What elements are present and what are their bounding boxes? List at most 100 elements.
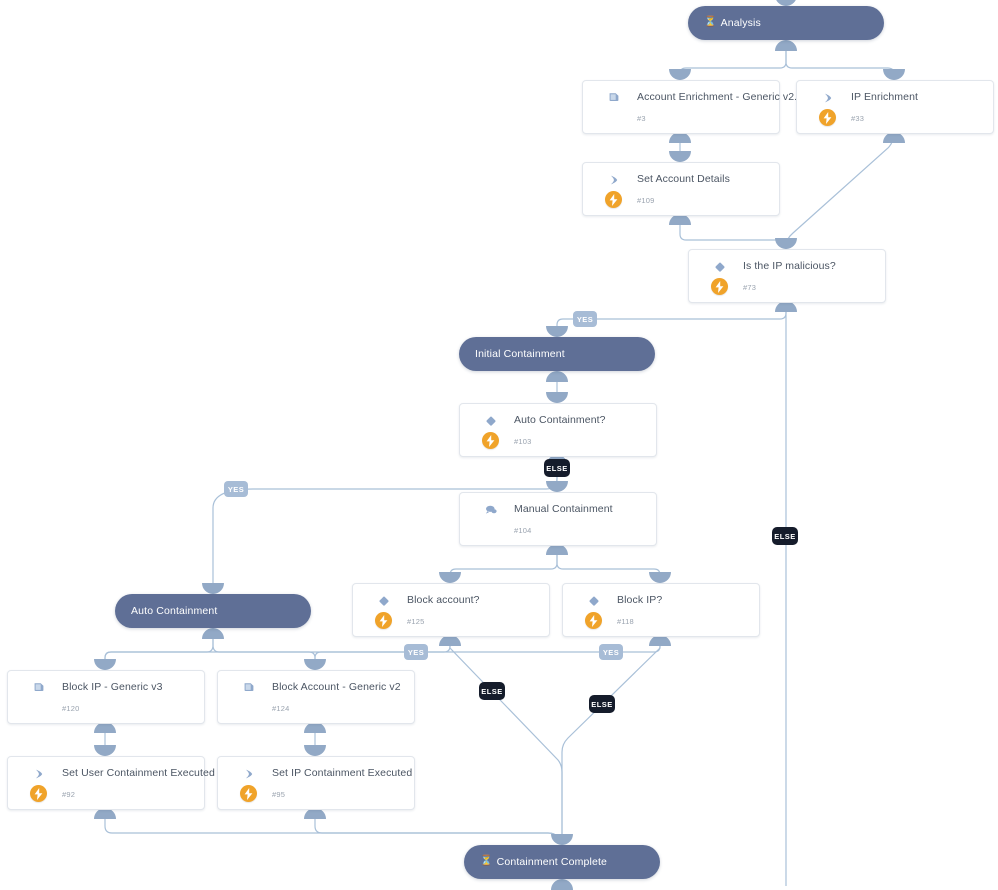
hourglass-icon: ⏳ [704, 16, 717, 28]
automation-bolt-icon [819, 109, 836, 126]
connector-knob-in [304, 745, 326, 756]
task-title: Block Account - Generic v2 [272, 681, 401, 693]
task-number: #103 [514, 437, 532, 446]
task-card[interactable]: IP Enrichment #33 [796, 80, 994, 134]
task-number: #109 [637, 196, 655, 205]
task-card[interactable]: Set User Containment Executed #92 [7, 756, 215, 810]
condition-icon [713, 260, 727, 274]
branch-badge-else[interactable]: ELSE [589, 695, 615, 713]
connector-knob-in [546, 392, 568, 403]
workflow-canvas[interactable]: ⏳ Analysis Initial Containment Auto Cont… [0, 0, 998, 890]
section-label: Initial Containment [475, 348, 565, 360]
connector-knob-in [304, 659, 326, 670]
connector-knob-in [775, 238, 797, 249]
task-title: Set Account Details [637, 173, 730, 185]
task-title: IP Enrichment [851, 91, 919, 103]
task-node-is-ip-malicious[interactable]: Is the IP malicious? #73 [688, 238, 886, 312]
condition-card[interactable]: Is the IP malicious? #73 [688, 249, 886, 303]
task-card[interactable]: Block IP - Generic v3 #120 [7, 670, 205, 724]
task-number: #118 [617, 617, 634, 626]
automation-bolt-icon [605, 191, 622, 208]
branch-badge-yes[interactable]: YES [404, 644, 428, 660]
condition-icon [587, 594, 601, 608]
playbook-icon [607, 91, 621, 105]
task-card[interactable]: Set IP Containment Executed #95 [217, 756, 415, 810]
automation-bolt-icon [30, 785, 47, 802]
task-number: #104 [514, 526, 532, 535]
connector-knob-out [551, 879, 573, 890]
condition-card[interactable]: Auto Containment? #103 [459, 403, 657, 457]
connector-knob-in [649, 572, 671, 583]
branch-badge-yes[interactable]: YES [224, 481, 248, 497]
task-number: #3 [637, 114, 646, 123]
section-label: Auto Containment [131, 605, 218, 617]
section-pill[interactable]: Initial Containment [459, 337, 655, 371]
connector-knob-in [551, 834, 573, 845]
task-title: Set IP Containment Executed [272, 767, 413, 779]
playbook-icon [242, 681, 256, 695]
task-card[interactable]: Set Account Details #109 [582, 162, 780, 216]
task-number: #125 [407, 617, 425, 626]
connector-knob-in [669, 151, 691, 162]
branch-badge-yes[interactable]: YES [573, 311, 597, 327]
chevron-icon [607, 173, 621, 187]
task-title: Block account? [407, 594, 480, 606]
task-title: Manual Containment [514, 503, 613, 515]
connector-knob-out [202, 628, 224, 639]
task-node-set-account-details[interactable]: Set Account Details #109 [582, 151, 780, 225]
section-pill[interactable]: ⏳ Containment Complete [464, 845, 660, 879]
hourglass-icon: ⏳ [480, 855, 493, 867]
task-number: #73 [743, 283, 757, 292]
task-title: Is the IP malicious? [743, 260, 836, 272]
task-number: #124 [272, 704, 290, 713]
task-node-block-account-question[interactable]: Block account? #125 [352, 572, 550, 646]
task-title: Auto Containment? [514, 414, 606, 426]
chevron-icon [32, 767, 46, 781]
chevron-icon [242, 767, 256, 781]
task-number: #92 [62, 790, 76, 799]
task-node-auto-containment-question[interactable]: Auto Containment? #103 [459, 392, 657, 466]
condition-card[interactable]: Block IP? #118 [562, 583, 760, 637]
task-node-manual-containment[interactable]: Manual Containment #104 [459, 481, 657, 555]
connector-knob-in [669, 69, 691, 80]
connector-knob-in [883, 69, 905, 80]
task-node-account-enrichment[interactable]: Account Enrichment - Generic v2.1 #3 [582, 69, 803, 143]
task-node-block-ip-generic[interactable]: Block IP - Generic v3 #120 [7, 659, 205, 733]
task-node-ip-enrichment[interactable]: IP Enrichment #33 [796, 69, 994, 143]
section-label: Analysis [720, 17, 761, 29]
connector-knob-in [202, 583, 224, 594]
section-label: Containment Complete [496, 856, 607, 868]
chat-icon [484, 503, 498, 517]
automation-bolt-icon [482, 432, 499, 449]
task-title: Block IP - Generic v3 [62, 681, 163, 693]
task-card[interactable]: Manual Containment #104 [459, 492, 657, 546]
condition-icon [484, 414, 498, 428]
task-card[interactable]: Block Account - Generic v2 #124 [217, 670, 415, 724]
connector-knob-out [546, 371, 568, 382]
connector-knob-in [94, 659, 116, 670]
section-pill[interactable]: Auto Containment [115, 594, 311, 628]
task-node-set-user-containment-executed[interactable]: Set User Containment Executed #92 [7, 745, 215, 819]
automation-bolt-icon [375, 612, 392, 629]
chevron-icon [821, 91, 835, 105]
condition-card[interactable]: Block account? #125 [352, 583, 550, 637]
automation-bolt-icon [711, 278, 728, 295]
task-node-block-ip-question[interactable]: Block IP? #118 [562, 572, 760, 646]
connector-knob-in [439, 572, 461, 583]
branch-badge-else[interactable]: ELSE [479, 682, 505, 700]
playbook-icon [32, 681, 46, 695]
task-title: Account Enrichment - Generic v2.1 [637, 91, 804, 103]
task-card[interactable]: Account Enrichment - Generic v2.1 #3 [582, 80, 803, 134]
connector-knob-in [546, 481, 568, 492]
branch-badge-yes[interactable]: YES [599, 644, 623, 660]
task-node-block-account-generic[interactable]: Block Account - Generic v2 #124 [217, 659, 415, 733]
connector-knob-in [546, 326, 568, 337]
section-pill[interactable]: ⏳ Analysis [688, 6, 884, 40]
task-title: Block IP? [617, 594, 663, 606]
task-number: #33 [851, 114, 865, 123]
branch-badge-else[interactable]: ELSE [772, 527, 798, 545]
task-node-set-ip-containment-executed[interactable]: Set IP Containment Executed #95 [217, 745, 415, 819]
condition-icon [377, 594, 391, 608]
branch-badge-else[interactable]: ELSE [544, 459, 570, 477]
task-title: Set User Containment Executed [62, 767, 215, 779]
